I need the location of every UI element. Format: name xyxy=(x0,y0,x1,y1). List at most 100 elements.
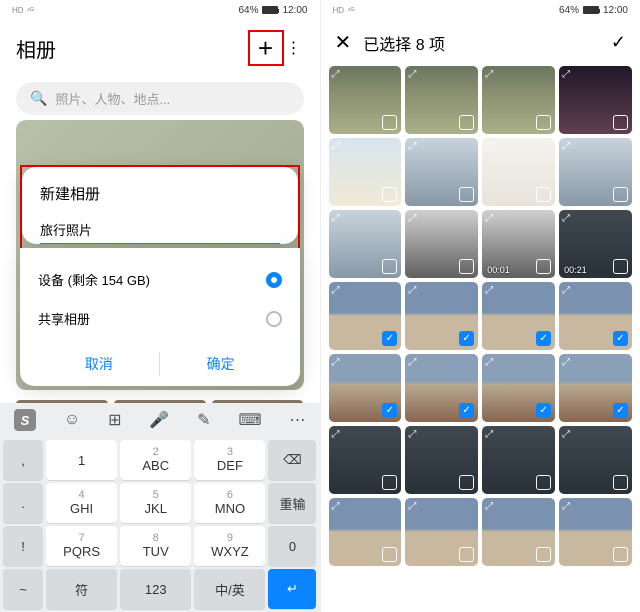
confirm-button[interactable]: 确定 xyxy=(160,342,282,386)
photo-thumbnail[interactable]: ⤢✓ xyxy=(482,354,555,422)
photo-thumbnail[interactable]: ⤢ xyxy=(405,66,478,134)
kb-settings-icon[interactable]: ⌨ xyxy=(238,410,261,430)
key-0[interactable]: 0 xyxy=(268,526,316,566)
photo-thumbnail[interactable]: ⤢ xyxy=(559,66,632,134)
keyboard: S ☺ ⊞ 🎤 ✎ ⌨ ⋯ ,12ABC3DEF⌫.4GHI5JKL6MNO重输… xyxy=(0,403,320,612)
photo-thumbnail[interactable]: ⤢ xyxy=(482,426,555,494)
option-device[interactable]: 设备 (剩余 154 GB) xyxy=(38,260,282,299)
key-1[interactable]: 1 xyxy=(46,440,117,480)
expand-icon: ⤢ xyxy=(332,429,340,440)
key-JKL[interactable]: 5JKL xyxy=(120,483,191,523)
checkbox-checked-icon: ✓ xyxy=(613,331,628,346)
photo-thumbnail[interactable]: ⤢00:21 xyxy=(559,210,632,278)
new-album-dialog: 新建相册 xyxy=(22,167,298,244)
photo-thumbnail[interactable]: ⤢ xyxy=(482,138,555,206)
key-![interactable]: ! xyxy=(3,526,43,566)
handwrite-key[interactable]: ✎ xyxy=(197,410,210,430)
checkbox-checked-icon: ✓ xyxy=(382,403,397,418)
photo-thumbnail[interactable]: ⤢✓ xyxy=(559,354,632,422)
key-ABC[interactable]: 2ABC xyxy=(120,440,191,480)
confirm-selection-button[interactable]: ✓ xyxy=(611,32,626,53)
option-shared[interactable]: 共享相册 xyxy=(38,299,282,338)
photo-thumbnail[interactable]: ⤢ xyxy=(559,426,632,494)
expand-icon: ⤢ xyxy=(562,141,570,152)
expand-icon: ⤢ xyxy=(485,357,493,368)
cancel-button[interactable]: 取消 xyxy=(38,342,160,386)
checkbox-unchecked-icon xyxy=(382,547,397,562)
close-button[interactable]: ✕ xyxy=(335,30,352,55)
photo-thumbnail[interactable]: ⤢✓ xyxy=(482,282,555,350)
expand-icon: ⤢ xyxy=(562,429,570,440)
checkbox-unchecked-icon xyxy=(459,115,474,130)
expand-icon: ⤢ xyxy=(408,285,416,296)
checkbox-unchecked-icon xyxy=(536,259,551,274)
photo-thumbnail[interactable]: ⤢ xyxy=(329,210,402,278)
key-PQRS[interactable]: 7PQRS xyxy=(46,526,117,566)
ime-logo-icon[interactable]: S xyxy=(14,409,36,431)
photo-thumbnail[interactable]: ⤢ xyxy=(405,426,478,494)
photo-thumbnail[interactable]: ⤢✓ xyxy=(405,354,478,422)
emoji-key[interactable]: ☺ xyxy=(64,411,80,429)
key-DEF[interactable]: 3DEF xyxy=(194,440,265,480)
checkbox-unchecked-icon xyxy=(382,475,397,490)
key-.[interactable]: . xyxy=(3,483,43,523)
battery-icon xyxy=(262,6,278,14)
key-⌫[interactable]: ⌫ xyxy=(268,440,316,480)
key-符[interactable]: 符 xyxy=(46,569,117,609)
checkbox-unchecked-icon xyxy=(459,475,474,490)
checkbox-unchecked-icon xyxy=(382,115,397,130)
voice-key[interactable]: 🎤 xyxy=(149,410,169,430)
photo-thumbnail[interactable]: ⤢ xyxy=(329,66,402,134)
photo-thumbnail[interactable]: ⤢ xyxy=(405,210,478,278)
photo-thumbnail[interactable]: ⤢✓ xyxy=(329,282,402,350)
key-123[interactable]: 123 xyxy=(120,569,191,609)
expand-icon: ⤢ xyxy=(562,69,570,80)
key-MNO[interactable]: 6MNO xyxy=(194,483,265,523)
photo-thumbnail[interactable]: ⤢✓ xyxy=(405,282,478,350)
photo-thumbnail[interactable]: ⤢ xyxy=(482,498,555,566)
photo-thumbnail[interactable]: ⤢ xyxy=(329,138,402,206)
key-WXYZ[interactable]: 9WXYZ xyxy=(194,526,265,566)
key-~[interactable]: ~ xyxy=(3,569,43,609)
key-,[interactable]: , xyxy=(3,440,43,480)
add-album-button[interactable]: + xyxy=(248,30,284,66)
status-time: 12:00 xyxy=(282,5,307,16)
photo-thumbnail[interactable]: ⤢ xyxy=(329,498,402,566)
photo-thumbnail[interactable]: ⤢ xyxy=(329,426,402,494)
picker-header: ✕ 已选择 8 项 ✓ xyxy=(321,20,640,65)
expand-icon: ⤢ xyxy=(408,213,416,224)
checkbox-unchecked-icon xyxy=(536,115,551,130)
checkbox-unchecked-icon xyxy=(459,547,474,562)
screen-photo-picker: HD⁴ᴳ 64% 12:00 ✕ 已选择 8 项 ✓ ⤢⤢⤢⤢⤢⤢⤢⤢⤢⤢⤢00… xyxy=(321,0,640,612)
key-重输[interactable]: 重输 xyxy=(268,483,316,523)
checkbox-unchecked-icon xyxy=(382,259,397,274)
key-中/英[interactable]: 中/英 xyxy=(194,569,265,609)
photo-thumbnail[interactable]: ⤢✓ xyxy=(329,354,402,422)
expand-icon: ⤢ xyxy=(562,213,570,224)
photo-thumbnail[interactable]: ⤢ xyxy=(559,138,632,206)
key-GHI[interactable]: 4GHI xyxy=(46,483,117,523)
key-↵[interactable]: ↵ xyxy=(268,569,316,609)
kb-more-icon[interactable]: ⋯ xyxy=(289,410,305,430)
photo-thumbnail[interactable]: ⤢✓ xyxy=(559,282,632,350)
search-input[interactable]: 🔍 照片、人物、地点... xyxy=(16,82,304,115)
photo-thumbnail[interactable]: ⤢ xyxy=(405,498,478,566)
expand-icon: ⤢ xyxy=(408,429,416,440)
expand-icon: ⤢ xyxy=(562,501,570,512)
search-icon: 🔍 xyxy=(30,90,47,107)
checkbox-unchecked-icon xyxy=(613,259,628,274)
expand-icon: ⤢ xyxy=(485,69,493,80)
photo-thumbnail[interactable]: ⤢ xyxy=(559,498,632,566)
kb-tool-icon[interactable]: ⊞ xyxy=(108,410,121,430)
photo-thumbnail[interactable]: ⤢00:01 xyxy=(482,210,555,278)
expand-icon: ⤢ xyxy=(485,429,493,440)
photo-thumbnail[interactable]: ⤢ xyxy=(405,138,478,206)
more-menu-button[interactable]: ⋮ xyxy=(284,38,304,58)
expand-icon: ⤢ xyxy=(408,69,416,80)
checkbox-unchecked-icon xyxy=(613,475,628,490)
photo-thumbnail[interactable]: ⤢ xyxy=(482,66,555,134)
screen-create-album: HD⁴ᴳ 64% 12:00 相册 + ⋮ 🔍 照片、人物、地点... 新建相册 xyxy=(0,0,321,612)
key-TUV[interactable]: 8TUV xyxy=(120,526,191,566)
battery-percent: 64% xyxy=(238,5,258,16)
album-name-input[interactable] xyxy=(40,218,280,244)
